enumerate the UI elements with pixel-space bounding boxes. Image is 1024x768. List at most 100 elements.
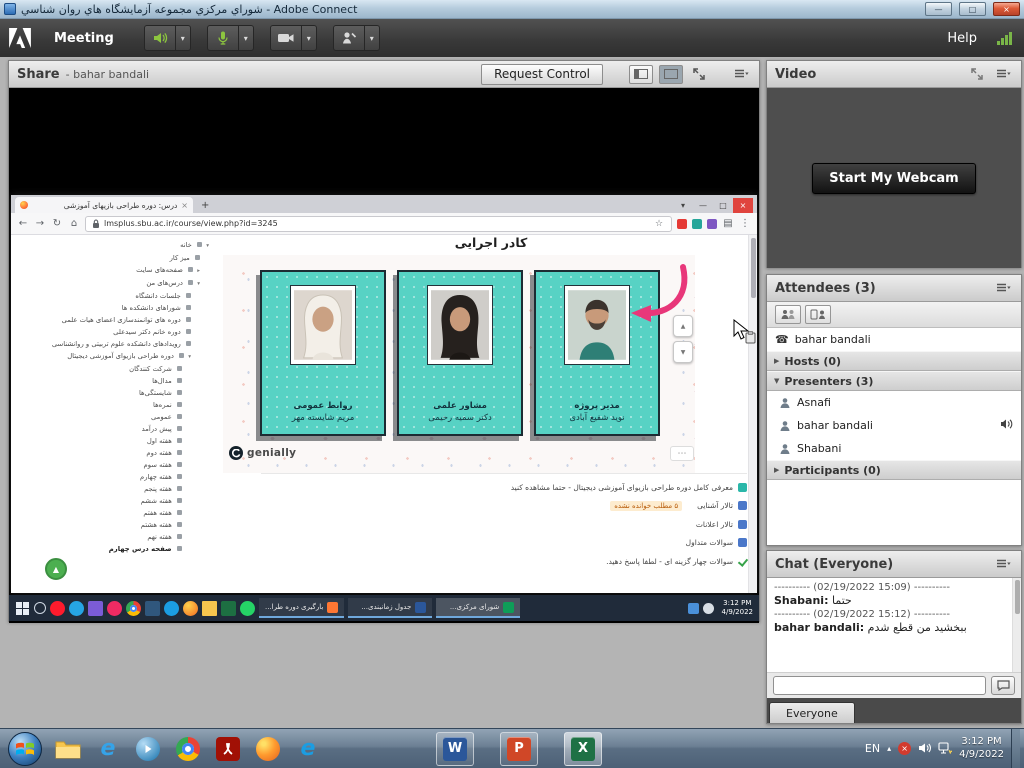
attendee-row[interactable]: Asnafi	[767, 391, 1021, 414]
lms-nav-item[interactable]: هفته نهم	[15, 531, 211, 543]
whatsapp-icon-shared[interactable]	[240, 601, 255, 616]
lms-nav-item[interactable]: هفته پنجم	[15, 483, 211, 495]
chat-input[interactable]	[773, 676, 986, 695]
back-icon[interactable]: ←	[17, 218, 29, 229]
lms-nav-item[interactable]: هفته دوم	[15, 447, 211, 459]
browser-minimize-icon[interactable]: —	[693, 198, 713, 213]
tab-list-chevron-icon[interactable]: ▾	[673, 198, 693, 213]
lms-nav-item[interactable]: میز کار	[15, 252, 211, 264]
shared-tray-icon-blue[interactable]	[688, 603, 699, 614]
chat-pod-menu-icon[interactable]	[993, 555, 1013, 573]
taskbar-clock[interactable]: 3:12 PM 4/9/2022	[959, 736, 1004, 761]
lms-nav-item[interactable]: هفته چهارم	[15, 471, 211, 483]
reload-icon[interactable]: ↻	[51, 218, 63, 229]
network-tray-icon[interactable]	[938, 739, 952, 758]
lms-nav-item[interactable]: هفته اول	[15, 435, 211, 447]
lms-nav-item[interactable]: ▾ درس‌های من	[15, 277, 211, 290]
share-pod-menu-icon[interactable]	[731, 65, 751, 83]
lms-nav-item[interactable]: شوراهای دانشکده ها	[15, 302, 211, 314]
extension-icon-purple[interactable]	[707, 219, 717, 229]
tray-expand-icon[interactable]: ▴	[887, 744, 891, 753]
course-section-link[interactable]: تالار آشنایی ۵ مطلب خوانده نشده	[261, 497, 747, 516]
browser-close-icon[interactable]: ×	[733, 198, 753, 213]
embed-options-button[interactable]: ⋯	[670, 446, 694, 461]
internet-explorer-icon[interactable]: e	[90, 731, 126, 767]
bookmark-star-icon[interactable]: ☆	[653, 219, 665, 229]
slide-up-button[interactable]: ▲	[673, 315, 693, 337]
shared-tray-icon-light[interactable]	[703, 603, 714, 614]
close-button[interactable]: ×	[993, 2, 1020, 16]
lms-nav-item[interactable]: دوره خانم دکتر سیدعلی	[15, 326, 211, 338]
webcam-button[interactable]	[270, 25, 302, 51]
app-icon-purple[interactable]	[88, 601, 103, 616]
lms-nav-item[interactable]: جلسات دانشگاه	[15, 290, 211, 302]
attendees-pod-menu-icon[interactable]	[993, 279, 1013, 297]
app-icon-darkblue[interactable]	[145, 601, 160, 616]
course-section-link[interactable]: تالار اعلانات	[261, 515, 747, 534]
speaker-button[interactable]	[144, 25, 176, 51]
app-icon-pink[interactable]	[107, 601, 122, 616]
hosts-group-row[interactable]: ▶ Hosts (0)	[767, 351, 1021, 371]
lms-nav-item[interactable]: پیش درآمد	[15, 423, 211, 435]
lms-nav-item[interactable]: صفحه درس چهارم	[15, 543, 211, 555]
lms-nav-item[interactable]: مدال‌ها	[15, 375, 211, 387]
tab-close-icon[interactable]: ×	[181, 201, 188, 210]
start-button[interactable]	[8, 732, 42, 766]
webcam-dropdown-icon[interactable]: ▾	[302, 25, 317, 51]
help-menu[interactable]: Help	[947, 31, 977, 46]
slide-down-button[interactable]: ▼	[673, 341, 693, 363]
scrollbar-thumb[interactable]	[1015, 580, 1020, 614]
address-bar[interactable]: lmsplus.sbu.ac.ir/course/view.php?id=324…	[85, 216, 672, 232]
layout-toggle-right[interactable]	[659, 65, 683, 84]
word-taskbar-button[interactable]: W	[436, 732, 474, 766]
home-icon[interactable]: ⌂	[68, 218, 80, 229]
genially-logo[interactable]: genially	[229, 446, 296, 460]
telegram-icon[interactable]	[69, 601, 84, 616]
powerpoint-taskbar-button[interactable]: P	[500, 732, 538, 766]
chat-tab-everyone[interactable]: Everyone	[769, 702, 855, 723]
shared-start-icon[interactable]	[15, 601, 30, 616]
lms-nav-item[interactable]: هفته ششم	[15, 495, 211, 507]
active-speaker-row[interactable]: ☎ bahar bandali	[767, 328, 1021, 351]
scrollbar-thumb[interactable]	[751, 238, 756, 298]
browser-maximize-icon[interactable]: □	[713, 198, 733, 213]
video-fullscreen-icon[interactable]	[967, 65, 987, 83]
lms-nav-item[interactable]: دوره های توانمندسازی اعضای هیات علمی	[15, 314, 211, 326]
chat-scrollbar[interactable]	[1012, 578, 1021, 672]
request-control-button[interactable]: Request Control	[481, 64, 603, 85]
forward-icon[interactable]: →	[34, 218, 46, 229]
volume-tray-icon[interactable]	[918, 739, 931, 758]
start-webcam-button[interactable]: Start My Webcam	[812, 163, 975, 194]
extension-icon-red[interactable]	[677, 219, 687, 229]
course-section-link[interactable]: سوالات متداول	[261, 534, 747, 553]
lms-nav-item[interactable]: رویدادهای دانشکده علوم تربیتی و روانشناس…	[15, 338, 211, 350]
lms-nav-item[interactable]: ▾ خانه	[15, 239, 211, 252]
browser-e-icon[interactable]: e	[290, 731, 326, 767]
lms-nav-item[interactable]: نمره‌ها	[15, 399, 211, 411]
page-scrollbar[interactable]	[748, 235, 757, 593]
phone-dropdown-icon[interactable]: ▾	[365, 25, 380, 51]
sidebar-icon[interactable]: ▤	[722, 218, 734, 229]
lms-nav-item[interactable]: هفته سوم	[15, 459, 211, 471]
course-section-link[interactable]: سوالات چهار گزینه ای - لطفا پاسخ دهید.	[261, 552, 747, 571]
shared-search-icon[interactable]	[34, 602, 46, 614]
browser-tab[interactable]: درس: دوره طراحی بازیهای آموزشی ×	[15, 197, 193, 213]
opera-icon[interactable]	[50, 601, 65, 616]
lms-nav-item[interactable]: عمومی	[15, 411, 211, 423]
microphone-dropdown-icon[interactable]: ▾	[239, 25, 254, 51]
media-player-icon[interactable]	[130, 731, 166, 767]
browser-menu-icon[interactable]: ⋮	[739, 218, 751, 229]
taskbar-app-word[interactable]: جدول زمانبندی...	[348, 598, 432, 618]
send-message-button[interactable]	[991, 676, 1015, 695]
speaker-dropdown-icon[interactable]: ▾	[176, 25, 191, 51]
adobe-reader-icon[interactable]	[210, 731, 246, 767]
alert-tray-icon[interactable]: ×	[898, 742, 911, 755]
layout-toggle-left[interactable]	[629, 65, 653, 84]
attendee-row[interactable]: bahar bandali	[767, 414, 1021, 437]
language-indicator[interactable]: EN	[865, 742, 880, 755]
lms-nav-item[interactable]: هفته هشتم	[15, 519, 211, 531]
lms-nav-item[interactable]: ▾ دوره طراحی بازیوای آموزشی دیجیتال	[15, 350, 211, 363]
new-tab-button[interactable]: +	[201, 199, 209, 213]
microphone-button[interactable]	[207, 25, 239, 51]
explorer-icon[interactable]	[50, 731, 86, 767]
